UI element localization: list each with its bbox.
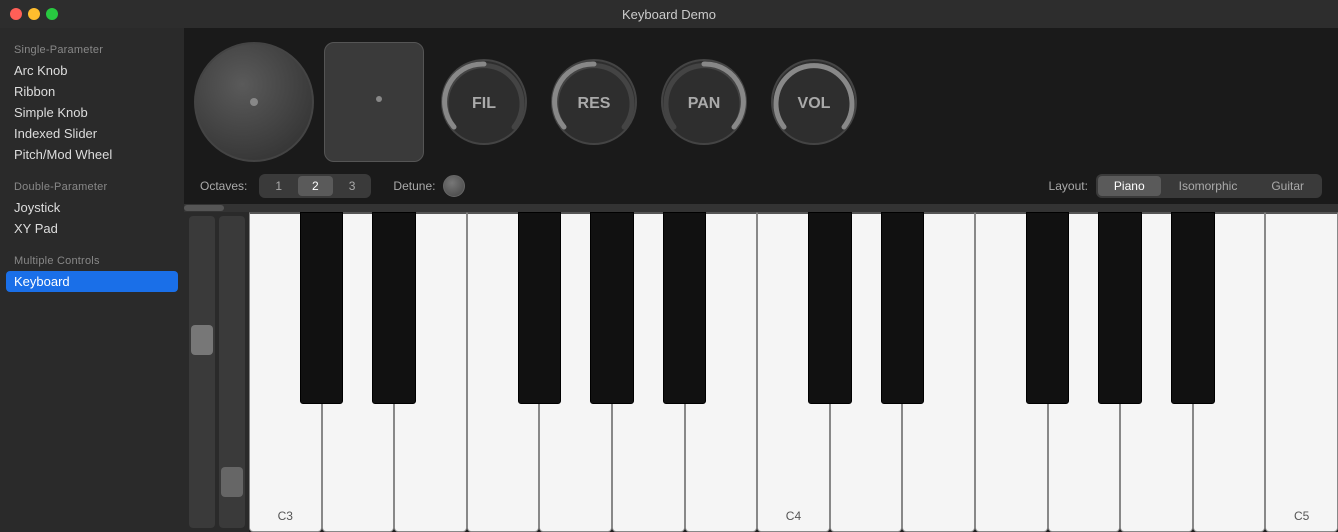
- detune-knob[interactable]: [443, 175, 465, 197]
- black-key-Fsharp3[interactable]: [518, 212, 562, 404]
- square-pad[interactable]: [324, 42, 424, 162]
- detune-section: Detune:: [393, 175, 465, 197]
- sidebar-item-pitch-mod-wheel[interactable]: Pitch/Mod Wheel: [0, 144, 184, 165]
- note-label-C5: C5: [1294, 509, 1309, 523]
- octave-3-btn[interactable]: 3: [335, 176, 370, 196]
- fil-knob-container: FIL: [434, 52, 534, 152]
- svg-text:VOL: VOL: [798, 95, 831, 112]
- double-param-label: Double-Parameter: [0, 175, 184, 197]
- fil-knob-svg: FIL: [434, 52, 534, 152]
- keyboard-wrapper: C3 C4 C5: [249, 212, 1338, 532]
- sidebar-item-joystick[interactable]: Joystick: [0, 197, 184, 218]
- black-key-Gsharp4[interactable]: [1098, 212, 1142, 404]
- layout-section: Layout: Piano Isomorphic Guitar: [1049, 174, 1322, 198]
- mod-slider-thumb[interactable]: [221, 467, 243, 497]
- content-area: FIL RES: [184, 28, 1338, 532]
- piano-container: C3 C4 C5: [249, 212, 1338, 532]
- black-key-Fsharp4[interactable]: [1026, 212, 1070, 404]
- controls-row: Octaves: 1 2 3 Detune: Layout: Piano Iso…: [184, 170, 1338, 204]
- vol-knob-container: VOL: [764, 52, 864, 152]
- mod-slider-track[interactable]: [219, 216, 245, 528]
- sidebar-item-xy-pad[interactable]: XY Pad: [0, 218, 184, 239]
- res-knob-svg: RES: [544, 52, 644, 152]
- svg-text:PAN: PAN: [688, 95, 721, 112]
- sidebar-item-arc-knob[interactable]: Arc Knob: [0, 60, 184, 81]
- white-key-C5[interactable]: C5: [1265, 212, 1338, 532]
- note-label-C3: C3: [278, 509, 293, 523]
- octave-2-btn[interactable]: 2: [298, 176, 333, 196]
- keyboard-area: C3 C4 C5: [184, 212, 1338, 532]
- maximize-button[interactable]: [46, 8, 58, 20]
- piano-keys: C3 C4 C5: [249, 212, 1338, 532]
- black-key-Dsharp3[interactable]: [372, 212, 416, 404]
- minimize-button[interactable]: [28, 8, 40, 20]
- black-key-Asharp3[interactable]: [663, 212, 707, 404]
- black-key-Csharp3[interactable]: [300, 212, 344, 404]
- top-controls: FIL RES: [184, 28, 1338, 170]
- horizontal-scroll-strip[interactable]: [184, 204, 1338, 212]
- sidebar: Single-Parameter Arc Knob Ribbon Simple …: [0, 28, 184, 532]
- close-button[interactable]: [10, 8, 22, 20]
- sidebar-item-simple-knob[interactable]: Simple Knob: [0, 102, 184, 123]
- layout-guitar-btn[interactable]: Guitar: [1255, 176, 1320, 196]
- octaves-label: Octaves:: [200, 179, 247, 193]
- layout-segmented: Piano Isomorphic Guitar: [1096, 174, 1322, 198]
- main-layout: Single-Parameter Arc Knob Ribbon Simple …: [0, 28, 1338, 532]
- black-key-Asharp4[interactable]: [1171, 212, 1215, 404]
- window-title: Keyboard Demo: [622, 7, 716, 22]
- pan-knob-svg: PAN: [654, 52, 754, 152]
- detune-label: Detune:: [393, 179, 435, 193]
- res-knob[interactable]: RES: [544, 52, 644, 152]
- vol-knob[interactable]: VOL: [764, 52, 864, 152]
- big-circular-knob[interactable]: [194, 42, 314, 162]
- octave-1-btn[interactable]: 1: [261, 176, 296, 196]
- title-bar: Keyboard Demo: [0, 0, 1338, 28]
- pan-knob[interactable]: PAN: [654, 52, 754, 152]
- scroll-thumb[interactable]: [184, 205, 224, 211]
- pan-knob-container: PAN: [654, 52, 754, 152]
- pitch-slider-thumb[interactable]: [191, 325, 213, 355]
- vol-knob-svg: VOL: [764, 52, 864, 152]
- single-param-label: Single-Parameter: [0, 38, 184, 60]
- black-key-Dsharp4[interactable]: [881, 212, 925, 404]
- pitch-slider-track[interactable]: [189, 216, 215, 528]
- sidebar-item-ribbon[interactable]: Ribbon: [0, 81, 184, 102]
- fil-knob[interactable]: FIL: [434, 52, 534, 152]
- layout-piano-btn[interactable]: Piano: [1098, 176, 1161, 196]
- layout-label: Layout:: [1049, 179, 1088, 193]
- sidebar-item-indexed-slider[interactable]: Indexed Slider: [0, 123, 184, 144]
- black-key-Gsharp3[interactable]: [590, 212, 634, 404]
- sidebar-item-keyboard[interactable]: Keyboard: [6, 271, 178, 292]
- svg-text:FIL: FIL: [472, 95, 496, 112]
- traffic-lights: [10, 8, 58, 20]
- note-label-C4: C4: [786, 509, 801, 523]
- layout-isomorphic-btn[interactable]: Isomorphic: [1163, 176, 1254, 196]
- left-sliders: [184, 212, 249, 532]
- res-knob-container: RES: [544, 52, 644, 152]
- square-pad-dot: [376, 96, 382, 102]
- big-knob-dot: [250, 98, 258, 106]
- svg-text:RES: RES: [578, 95, 611, 112]
- multiple-controls-label: Multiple Controls: [0, 249, 184, 271]
- octaves-segmented: 1 2 3: [259, 174, 371, 198]
- black-key-Csharp4[interactable]: [808, 212, 852, 404]
